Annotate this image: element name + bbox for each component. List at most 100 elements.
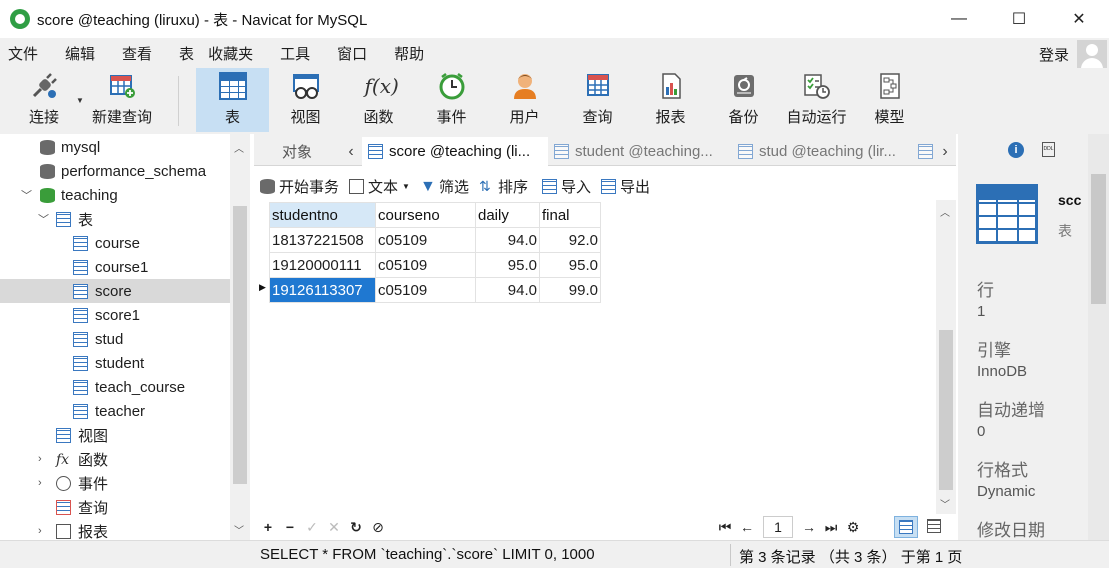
tree-item-stud[interactable]: stud [0, 327, 230, 351]
table-cell[interactable]: 92.0 [539, 227, 601, 253]
connect-dropdown-arrow-icon[interactable]: ▼ [76, 96, 84, 105]
table-row[interactable]: 18137221508 c05109 94.0 92.0 [269, 227, 601, 253]
tab-overflow[interactable] [916, 137, 936, 166]
tree-item-teach-course[interactable]: teach_course [0, 375, 230, 399]
table-cell[interactable]: c05109 [375, 277, 476, 303]
tree-item-course1[interactable]: course1 [0, 255, 230, 279]
query-button[interactable]: 查询 [561, 68, 634, 132]
menu-favorites[interactable]: 收藏夹 [201, 43, 260, 64]
scroll-down-icon[interactable]: ﹀ [234, 522, 244, 537]
menu-view[interactable]: 查看 [115, 43, 159, 64]
column-header[interactable]: courseno [375, 202, 476, 228]
new-query-button[interactable]: 新建查询 [88, 68, 156, 132]
page-number-input[interactable]: 1 [763, 516, 793, 538]
prev-page-icon[interactable]: ← [736, 519, 758, 535]
tab-student[interactable]: student @teaching... [548, 137, 730, 166]
backup-button[interactable]: 备份 [707, 68, 780, 132]
column-header[interactable]: final [539, 202, 601, 228]
settings-gear-icon[interactable]: ⚙ [842, 519, 864, 536]
tree-item-course[interactable]: course [0, 231, 230, 255]
minimize-button[interactable]: — [929, 0, 989, 38]
expanded-chevron-icon[interactable]: ﹀ [38, 211, 49, 227]
next-page-icon[interactable]: → [798, 519, 820, 535]
tab-scroll-left-icon[interactable]: ‹ [342, 137, 360, 166]
tree-item-views[interactable]: 视图 [0, 423, 230, 447]
table-cell[interactable]: 18137221508 [269, 227, 376, 253]
expanded-chevron-icon[interactable]: ﹀ [21, 187, 32, 203]
apply-changes-button[interactable]: ✓ [301, 519, 323, 536]
table-row[interactable]: 19120000111 c05109 95.0 95.0 [269, 252, 601, 278]
discard-changes-button[interactable]: ✕ [323, 519, 345, 536]
tree-item-teacher[interactable]: teacher [0, 399, 230, 423]
filter-button[interactable]: ▼ 筛选 [420, 176, 469, 197]
collapsed-chevron-icon[interactable]: › [38, 453, 42, 465]
menu-window[interactable]: 窗口 [330, 43, 374, 64]
info-panel-scrollbar[interactable] [1088, 134, 1109, 540]
model-button[interactable]: 模型 [853, 68, 926, 132]
tree-item-score[interactable]: score [0, 279, 230, 303]
grid-scrollbar[interactable]: ︿ ﹀ [936, 200, 956, 514]
close-button[interactable]: ✕ [1049, 0, 1109, 38]
grid-scroll-thumb[interactable] [939, 330, 953, 490]
tree-item-functions[interactable]: › fx 函数 [0, 447, 230, 471]
event-button[interactable]: 事件 [415, 68, 488, 132]
view-button[interactable]: 视图 [269, 68, 342, 132]
tree-item-mysql[interactable]: mysql [0, 135, 230, 159]
form-view-button[interactable] [922, 516, 946, 538]
table-cell[interactable]: c05109 [375, 227, 476, 253]
table-button[interactable]: 表 [196, 68, 269, 132]
refresh-button[interactable]: ↻ [345, 519, 367, 536]
function-button[interactable]: f(x) 函数 [342, 68, 415, 132]
table-row[interactable]: 19126113307 c05109 94.0 99.0 [269, 277, 601, 303]
connect-button[interactable]: 连接 [20, 68, 68, 132]
column-header[interactable]: studentno [269, 202, 376, 228]
tree-item-reports[interactable]: › 报表 [0, 519, 230, 540]
column-header[interactable]: daily [475, 202, 540, 228]
login-link[interactable]: 登录 [1039, 44, 1069, 65]
grid-view-button[interactable] [894, 516, 918, 538]
table-cell[interactable]: 95.0 [539, 252, 601, 278]
tab-score[interactable]: score @teaching (li... [362, 137, 548, 166]
table-cell-selected[interactable]: 19126113307 [269, 277, 376, 303]
collapsed-chevron-icon[interactable]: › [38, 477, 42, 489]
automation-button[interactable]: 自动运行 [780, 68, 853, 132]
menu-help[interactable]: 帮助 [387, 43, 431, 64]
tab-stud[interactable]: stud @teaching (lir... [732, 137, 914, 166]
first-page-icon[interactable]: ⏮ [714, 519, 736, 536]
tree-item-tables[interactable]: ﹀ 表 [0, 207, 230, 231]
export-button[interactable]: 导出 [601, 176, 650, 197]
table-cell[interactable]: c05109 [375, 252, 476, 278]
delete-record-button[interactable]: − [279, 519, 301, 535]
tree-item-student[interactable]: student [0, 351, 230, 375]
table-cell[interactable]: 95.0 [475, 252, 540, 278]
text-button[interactable]: 文本 ▼ [349, 176, 410, 197]
info-panel-scroll-thumb[interactable] [1091, 174, 1106, 304]
tree-item-queries[interactable]: 查询 [0, 495, 230, 519]
tree-item-performance-schema[interactable]: performance_schema [0, 159, 230, 183]
import-button[interactable]: 导入 [541, 176, 591, 197]
tree-item-events[interactable]: › 事件 [0, 471, 230, 495]
table-cell[interactable]: 94.0 [475, 277, 540, 303]
menu-file[interactable]: 文件 [1, 43, 45, 64]
menu-edit[interactable]: 编辑 [58, 43, 102, 64]
table-cell[interactable]: 99.0 [539, 277, 601, 303]
begin-transaction-button[interactable]: 开始事务 [260, 176, 339, 197]
table-cell[interactable]: 19120000111 [269, 252, 376, 278]
tab-scroll-right-icon[interactable]: › [936, 137, 954, 166]
menu-tools[interactable]: 工具 [273, 43, 317, 64]
info-icon[interactable]: i [1008, 142, 1024, 158]
user-avatar-icon[interactable] [1077, 40, 1107, 70]
scroll-down-icon[interactable]: ﹀ [940, 496, 950, 511]
stop-button[interactable]: ⊘ [367, 519, 389, 536]
ddl-icon[interactable]: DDL [1042, 142, 1055, 157]
scroll-up-icon[interactable]: ︿ [234, 140, 244, 155]
table-cell[interactable]: 94.0 [475, 227, 540, 253]
sort-button[interactable]: ⇅ 排序 [479, 176, 528, 197]
maximize-button[interactable]: ☐ [989, 0, 1049, 38]
menu-table[interactable]: 表 [172, 43, 201, 64]
user-button[interactable]: 用户 [488, 68, 561, 132]
tree-item-teaching[interactable]: ﹀ teaching [0, 183, 230, 207]
sidebar-scrollbar[interactable]: ︿ ﹀ [230, 134, 250, 540]
tree-item-score1[interactable]: score1 [0, 303, 230, 327]
add-record-button[interactable]: + [257, 519, 279, 535]
